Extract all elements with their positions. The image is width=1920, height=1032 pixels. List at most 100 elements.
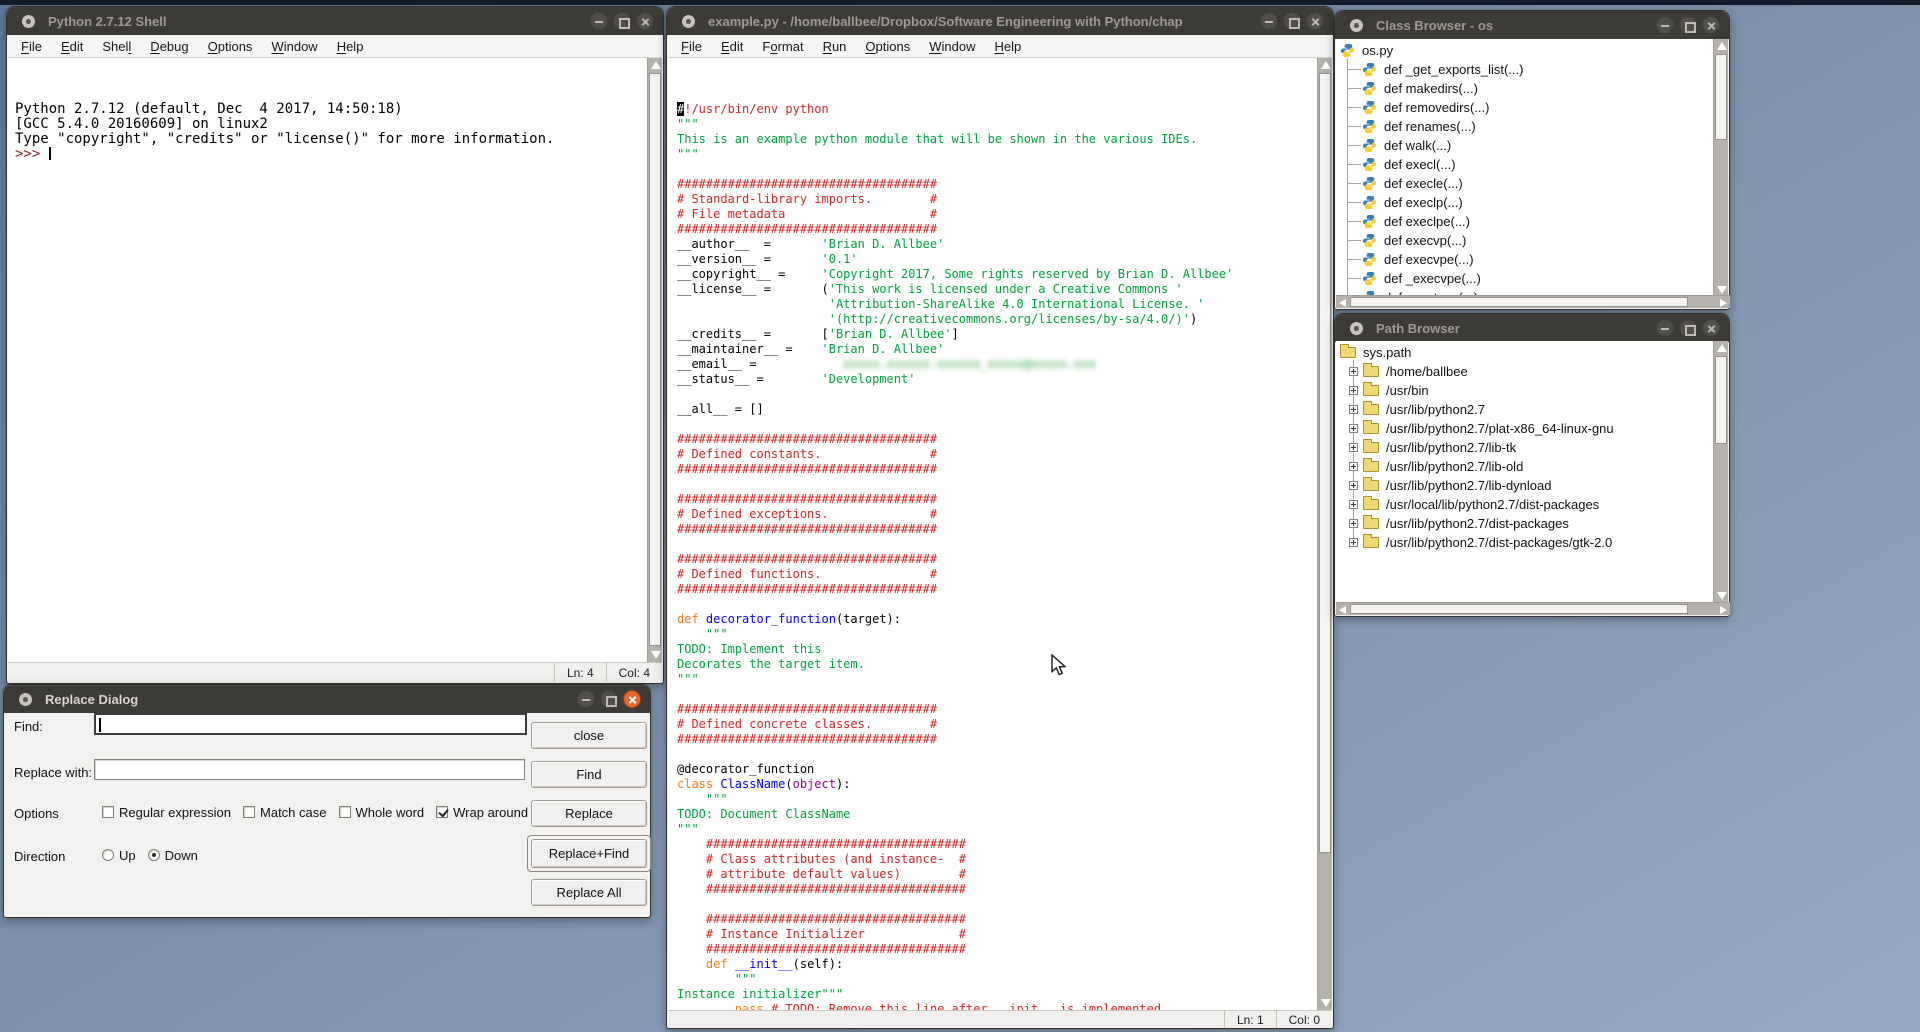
close-icon[interactable] <box>1702 319 1720 337</box>
path-browser-titlebar[interactable]: Path Browser <box>1335 314 1729 342</box>
menu-window[interactable]: Window <box>929 39 975 54</box>
expand-icon[interactable] <box>1349 500 1358 509</box>
checkbox-whole-word[interactable]: Whole word <box>339 805 425 820</box>
class-browser-tree[interactable]: os.pydef _get_exports_list(...)def maked… <box>1336 39 1715 297</box>
maximize-icon[interactable] <box>1679 319 1697 337</box>
menu-format[interactable]: Format <box>762 39 803 54</box>
close-icon[interactable] <box>636 12 654 30</box>
tree-item[interactable]: /usr/lib/python2.7/lib-tk <box>1349 438 1516 457</box>
checkbox-icon[interactable] <box>102 806 114 818</box>
tree-item[interactable]: def removedirs(...) <box>1362 98 1489 117</box>
radio-icon[interactable] <box>102 849 114 861</box>
scrollbar-thumb[interactable] <box>1715 356 1727 444</box>
class-browser-titlebar[interactable]: Class Browser - os <box>1335 11 1729 39</box>
scroll-down-icon[interactable] <box>1717 286 1727 294</box>
tree-item[interactable]: def _execvpe(...) <box>1362 269 1481 288</box>
menu-file[interactable]: File <box>681 39 702 54</box>
menu-shell[interactable]: Shell <box>102 39 131 54</box>
expand-icon[interactable] <box>1349 481 1358 490</box>
checkbox-wrap-around[interactable]: Wrap around <box>436 805 528 820</box>
tree-item[interactable]: def execle(...) <box>1362 174 1463 193</box>
checkbox-icon[interactable] <box>243 806 255 818</box>
tree-root-path-content[interactable]: sys.path <box>1340 343 1411 362</box>
scroll-up-icon[interactable] <box>1717 42 1727 50</box>
checkbox-match-case[interactable]: Match case <box>243 805 326 820</box>
path-browser-tree[interactable]: sys.path/home/ballbee/usr/bin/usr/lib/py… <box>1336 341 1715 603</box>
radio-selected-icon[interactable] <box>148 849 160 861</box>
scroll-up-icon[interactable] <box>651 61 661 69</box>
menu-edit[interactable]: Edit <box>721 39 743 54</box>
expand-icon[interactable] <box>1349 386 1358 395</box>
window-menu-icon[interactable] <box>19 693 32 706</box>
editor-titlebar[interactable]: example.py - /home/ballbee/Dropbox/Softw… <box>667 7 1333 35</box>
find-input[interactable] <box>94 713 527 735</box>
class-browser-vertical-scrollbar[interactable] <box>1713 39 1728 297</box>
shell-text-area[interactable]: Python 2.7.12 (default, Dec 4 2017, 14:5… <box>8 58 649 662</box>
menu-debug[interactable]: Debug <box>150 39 188 54</box>
shell-vertical-scrollbar[interactable] <box>647 58 662 662</box>
menu-window[interactable]: Window <box>271 39 317 54</box>
close-icon[interactable] <box>623 690 641 708</box>
tree-item[interactable]: def renames(...) <box>1362 117 1476 136</box>
replace-dialog-titlebar[interactable]: Replace Dialog <box>4 685 650 713</box>
scrollbar-thumb[interactable] <box>1350 297 1688 307</box>
tree-item[interactable]: /usr/local/lib/python2.7/dist-packages <box>1349 495 1599 514</box>
class-browser-horizontal-scrollbar[interactable] <box>1336 295 1730 308</box>
close-icon[interactable] <box>1702 16 1720 34</box>
tree-item[interactable]: def execl(...) <box>1362 155 1456 174</box>
minimize-icon[interactable] <box>1656 319 1674 337</box>
replace-input[interactable] <box>94 759 525 780</box>
expand-icon[interactable] <box>1349 424 1358 433</box>
expand-icon[interactable] <box>1349 519 1358 528</box>
replace-all-button[interactable]: Replace All <box>531 879 647 906</box>
checkbox-icon[interactable] <box>339 806 351 818</box>
menu-edit[interactable]: Edit <box>61 39 83 54</box>
window-menu-icon[interactable] <box>1350 322 1363 335</box>
checkbox-regular-expression[interactable]: Regular expression <box>102 805 231 820</box>
menu-help[interactable]: Help <box>995 39 1022 54</box>
scroll-left-icon[interactable] <box>1339 299 1346 307</box>
scroll-down-icon[interactable] <box>1321 999 1331 1007</box>
window-menu-icon[interactable] <box>682 15 695 28</box>
scroll-right-icon[interactable] <box>1720 299 1727 307</box>
tree-item[interactable]: /usr/bin <box>1349 381 1429 400</box>
tree-item[interactable]: /usr/lib/python2.7/dist-packages <box>1349 514 1569 533</box>
scroll-down-icon[interactable] <box>651 651 661 659</box>
expand-icon[interactable] <box>1349 367 1358 376</box>
minimize-icon[interactable] <box>577 690 595 708</box>
tree-item[interactable]: /usr/lib/python2.7/lib-old <box>1349 457 1523 476</box>
path-browser-vertical-scrollbar[interactable] <box>1713 341 1728 603</box>
menu-help[interactable]: Help <box>337 39 364 54</box>
expand-icon[interactable] <box>1349 538 1358 547</box>
window-menu-icon[interactable] <box>22 15 35 28</box>
tree-item[interactable]: /usr/lib/python2.7/plat-x86_64-linux-gnu <box>1349 419 1614 438</box>
tree-item[interactable]: def _get_exports_list(...) <box>1362 60 1523 79</box>
editor-vertical-scrollbar[interactable] <box>1317 58 1332 1010</box>
find-button[interactable]: Find <box>531 761 647 788</box>
tree-item[interactable]: def walk(...) <box>1362 136 1451 155</box>
expand-icon[interactable] <box>1349 462 1358 471</box>
replace-find-button[interactable]: Replace+Find <box>531 839 647 868</box>
radio-down[interactable]: Down <box>148 848 198 863</box>
scroll-right-icon[interactable] <box>1720 606 1727 614</box>
tree-item[interactable]: def execlp(...) <box>1362 193 1463 212</box>
editor-text-area[interactable]: #!/usr/bin/env python"""This is an examp… <box>668 58 1319 1010</box>
scrollbar-thumb[interactable] <box>1319 73 1331 853</box>
close-button[interactable]: close <box>531 722 647 749</box>
menu-options[interactable]: Options <box>208 39 253 54</box>
close-icon[interactable] <box>1306 12 1324 30</box>
tree-item[interactable]: /usr/lib/python2.7/lib-dynload <box>1349 476 1552 495</box>
maximize-icon[interactable] <box>1283 12 1301 30</box>
scrollbar-thumb[interactable] <box>1350 604 1688 614</box>
expand-icon[interactable] <box>1349 405 1358 414</box>
replace-button[interactable]: Replace <box>531 800 647 827</box>
shell-titlebar[interactable]: Python 2.7.12 Shell <box>7 7 663 35</box>
tree-item[interactable]: /usr/lib/python2.7/dist-packages/gtk-2.0 <box>1349 533 1612 552</box>
menu-file[interactable]: File <box>21 39 42 54</box>
path-browser-horizontal-scrollbar[interactable] <box>1336 602 1730 615</box>
maximize-icon[interactable] <box>600 690 618 708</box>
expand-icon[interactable] <box>1349 443 1358 452</box>
scroll-down-icon[interactable] <box>1717 592 1727 600</box>
tree-item[interactable]: def makedirs(...) <box>1362 79 1478 98</box>
scroll-up-icon[interactable] <box>1717 344 1727 352</box>
